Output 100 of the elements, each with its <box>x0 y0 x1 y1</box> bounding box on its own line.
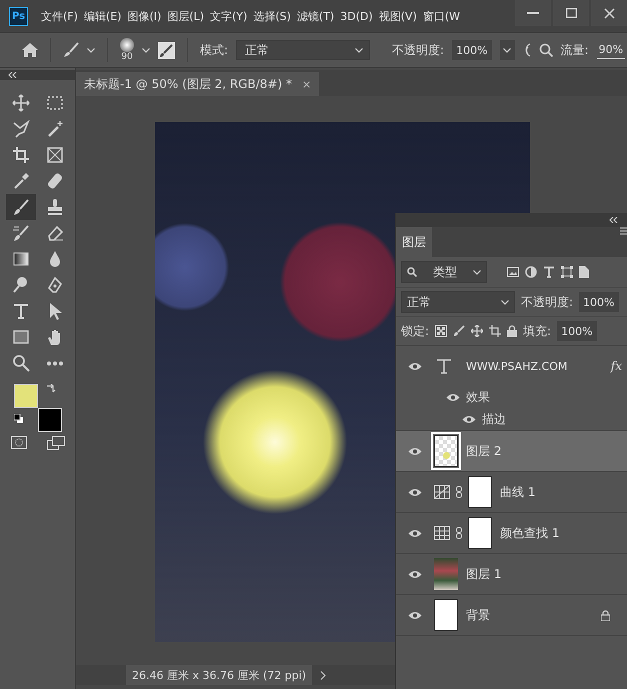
layer-row[interactable]: 背景 <box>396 595 627 636</box>
effect-name: 描边 <box>482 410 506 428</box>
minimize-button[interactable] <box>515 0 551 26</box>
panel-menu-icon[interactable] <box>620 227 627 235</box>
brush-icon[interactable] <box>63 42 79 58</box>
swap-colors-icon[interactable] <box>46 384 56 394</box>
collapse-icon[interactable] <box>8 72 17 78</box>
chevron-icon[interactable] <box>320 670 326 680</box>
grid-icon <box>434 526 450 540</box>
opacity-field[interactable]: 100% <box>579 292 618 312</box>
collapse-icon[interactable] <box>609 217 618 223</box>
layer-name: 图层 2 <box>466 442 502 460</box>
layer-mask-thumbnail <box>468 517 492 549</box>
caret-icon[interactable] <box>142 48 150 52</box>
eye-icon[interactable] <box>446 392 460 402</box>
lock-position-icon[interactable] <box>471 325 484 337</box>
caret-icon[interactable] <box>503 48 512 52</box>
search-icon[interactable] <box>538 43 553 57</box>
minimize-icon[interactable] <box>527 12 539 14</box>
pen-icon <box>46 276 64 294</box>
document-tab[interactable]: 未标题-1 @ 50% (图层 2, RGB/8#) * × <box>76 72 320 96</box>
menu-item[interactable]: 窗口(W <box>420 8 464 24</box>
menu-item[interactable]: 滤镜(T) <box>294 8 338 24</box>
menu-item[interactable]: 编辑(E) <box>80 8 124 24</box>
tab-close-button[interactable]: × <box>302 78 312 90</box>
smart-object-filter-icon[interactable] <box>579 266 589 278</box>
caret-icon[interactable] <box>473 270 481 274</box>
close-icon[interactable] <box>604 8 614 18</box>
brush-panel-icon[interactable] <box>158 42 175 58</box>
type-filter-icon[interactable] <box>543 266 555 278</box>
caret-icon[interactable] <box>501 300 509 304</box>
layer-row[interactable]: WWW.PSAHZ.COM fx <box>396 346 627 386</box>
close-button[interactable] <box>591 0 627 26</box>
layer-row[interactable]: 图层 2 <box>396 431 627 472</box>
more-icon <box>46 360 64 366</box>
opacity-dropdown-button[interactable] <box>500 40 515 60</box>
background-color-swatch[interactable] <box>38 408 62 432</box>
move-icon <box>12 94 30 112</box>
caret-icon[interactable] <box>87 48 95 52</box>
lock-artboard-icon[interactable] <box>489 325 502 337</box>
curves-icon <box>434 485 450 499</box>
eye-icon[interactable] <box>408 488 422 496</box>
rectangle-icon <box>12 328 30 346</box>
chain-link-icon <box>456 486 462 498</box>
document-size: 26.46 厘米 x 36.76 厘米 (72 ppi) <box>126 665 312 685</box>
brush-tip-icon <box>120 38 134 52</box>
crop-icon <box>12 146 30 164</box>
screen-mode-icon[interactable] <box>46 436 64 450</box>
filter-dropdown[interactable]: 类型 <box>401 261 487 283</box>
layer-row[interactable]: 曲线 1 <box>396 472 627 513</box>
eye-icon[interactable] <box>408 528 422 538</box>
layers-tab[interactable]: 图层 <box>396 227 432 257</box>
menu-item[interactable]: 视图(V) <box>376 8 420 24</box>
brush-size: 90 <box>121 52 133 62</box>
image-filter-icon[interactable] <box>507 267 519 277</box>
eraser-icon <box>46 224 64 242</box>
layer-name: 曲线 1 <box>500 484 536 500</box>
maximize-button[interactable] <box>553 0 589 26</box>
layer-row[interactable]: 图层 1 <box>396 554 627 595</box>
quick-mask-icon[interactable] <box>10 436 26 449</box>
caret-icon[interactable] <box>355 48 364 52</box>
lock-label: 锁定: <box>401 322 430 340</box>
adjustment-filter-icon[interactable] <box>525 266 537 278</box>
menu-item[interactable]: 图层(L) <box>164 8 208 24</box>
stamp-icon <box>46 198 64 216</box>
maximize-icon[interactable] <box>566 8 576 18</box>
layer-row[interactable]: 颜色查找 1 <box>396 513 627 554</box>
eye-icon[interactable] <box>408 362 422 370</box>
fill-field[interactable]: 100% <box>557 321 597 341</box>
eye-icon[interactable] <box>408 570 422 578</box>
flow-field[interactable]: 90% <box>596 42 626 58</box>
lock-icon <box>601 610 610 620</box>
lock-transparency-icon[interactable] <box>435 325 448 337</box>
menu-item[interactable]: 图像(I) <box>124 8 164 24</box>
eye-icon[interactable] <box>408 446 422 456</box>
menu-item[interactable]: 文件(F) <box>38 8 81 24</box>
effects-label: 效果 <box>466 388 490 406</box>
lasso-icon <box>12 120 30 138</box>
brush-tool[interactable] <box>6 194 36 220</box>
menu-item[interactable]: 文字(Y) <box>207 8 250 24</box>
blend-mode-dropdown[interactable]: 正常 <box>401 291 515 313</box>
type-icon <box>436 358 452 374</box>
eye-icon[interactable] <box>462 414 476 424</box>
menu-item[interactable]: 选择(S) <box>250 8 294 24</box>
home-icon[interactable] <box>22 43 38 57</box>
lock-icon[interactable] <box>507 325 518 337</box>
opacity-label: 不透明度: <box>392 42 444 58</box>
layer-mask-thumbnail <box>468 476 492 508</box>
lock-pixels-icon[interactable] <box>453 325 466 337</box>
shape-filter-icon[interactable] <box>561 266 573 278</box>
default-colors-icon[interactable] <box>14 414 24 424</box>
eye-icon[interactable] <box>408 610 422 620</box>
menu-item[interactable]: 3D(D) <box>337 10 376 22</box>
gradient-icon <box>12 250 30 268</box>
history-brush-icon <box>12 224 30 242</box>
fill-label: 填充: <box>523 322 552 340</box>
foreground-color-swatch[interactable] <box>14 384 38 408</box>
mode-dropdown[interactable]: 正常 <box>236 40 370 60</box>
opacity-field[interactable]: 100% <box>452 40 492 60</box>
eyedropper-icon <box>12 172 30 190</box>
